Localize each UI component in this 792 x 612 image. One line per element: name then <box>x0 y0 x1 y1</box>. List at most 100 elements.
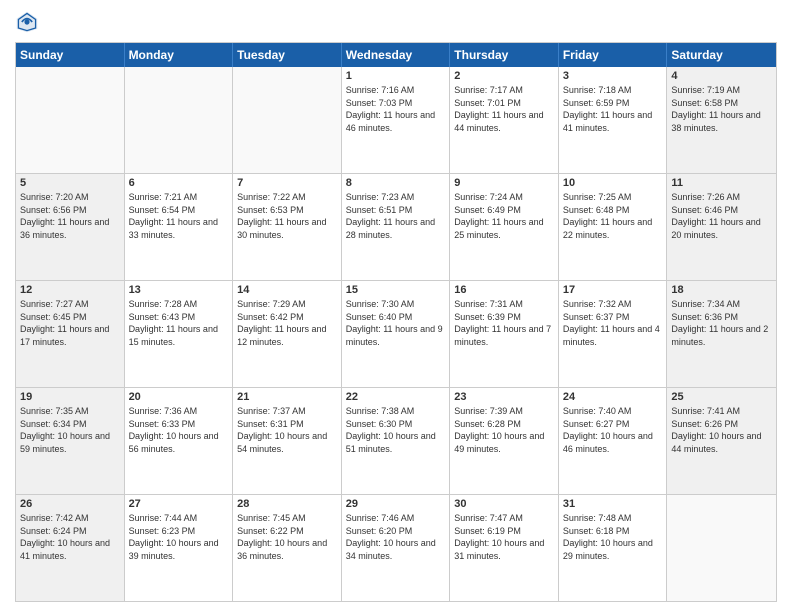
calendar-row-2: 5 Sunrise: 7:20 AM Sunset: 6:56 PM Daylig… <box>16 174 776 281</box>
day-info: Sunrise: 7:20 AM Sunset: 6:56 PM Dayligh… <box>20 191 120 241</box>
calendar-cell: 13 Sunrise: 7:28 AM Sunset: 6:43 PM Dayli… <box>125 281 234 387</box>
calendar-cell: 4 Sunrise: 7:19 AM Sunset: 6:58 PM Daylig… <box>667 67 776 173</box>
day-info: Sunrise: 7:46 AM Sunset: 6:20 PM Dayligh… <box>346 512 446 562</box>
calendar-cell <box>125 67 234 173</box>
calendar-cell <box>16 67 125 173</box>
day-info: Sunrise: 7:39 AM Sunset: 6:28 PM Dayligh… <box>454 405 554 455</box>
calendar-cell: 9Sunrise: 7:24 AM Sunset: 6:49 PM Daylig… <box>450 174 559 280</box>
calendar-row-4: 19 Sunrise: 7:35 AM Sunset: 6:34 PM Dayli… <box>16 388 776 495</box>
day-info: Sunrise: 7:18 AM Sunset: 6:59 PM Dayligh… <box>563 84 663 134</box>
day-number: 15 <box>346 284 446 296</box>
day-info: Sunrise: 7:17 AM Sunset: 7:01 PM Dayligh… <box>454 84 554 134</box>
calendar-cell: 16 Sunrise: 7:31 AM Sunset: 6:39 PM Dayli… <box>450 281 559 387</box>
day-number: 11 <box>671 177 772 189</box>
calendar-cell: 21 Sunrise: 7:37 AM Sunset: 6:31 PM Dayli… <box>233 388 342 494</box>
header <box>15 10 777 34</box>
day-number: 29 <box>346 498 446 510</box>
day-info: Sunrise: 7:45 AM Sunset: 6:22 PM Dayligh… <box>237 512 337 562</box>
calendar-cell: 1Sunrise: 7:16 AM Sunset: 7:03 PM Daylig… <box>342 67 451 173</box>
day-info: Sunrise: 7:25 AM Sunset: 6:48 PM Dayligh… <box>563 191 663 241</box>
day-number: 13 <box>129 284 229 296</box>
calendar-cell: 23 Sunrise: 7:39 AM Sunset: 6:28 PM Dayli… <box>450 388 559 494</box>
logo-icon <box>15 10 39 34</box>
day-info: Sunrise: 7:40 AM Sunset: 6:27 PM Dayligh… <box>563 405 663 455</box>
day-number: 3 <box>563 70 663 82</box>
calendar-cell: 2 Sunrise: 7:17 AM Sunset: 7:01 PM Daylig… <box>450 67 559 173</box>
logo <box>15 10 43 34</box>
day-number: 12 <box>20 284 120 296</box>
calendar-cell: 3 Sunrise: 7:18 AM Sunset: 6:59 PM Daylig… <box>559 67 668 173</box>
day-info: Sunrise: 7:27 AM Sunset: 6:45 PM Dayligh… <box>20 298 120 348</box>
day-number: 31 <box>563 498 663 510</box>
calendar-row-3: 12 Sunrise: 7:27 AM Sunset: 6:45 PM Dayli… <box>16 281 776 388</box>
calendar: SundayMondayTuesdayWednesdayThursdayFrid… <box>15 42 777 602</box>
day-number: 6 <box>129 177 229 189</box>
calendar-cell: 31 Sunrise: 7:48 AM Sunset: 6:18 PM Dayli… <box>559 495 668 601</box>
day-number: 1 <box>346 70 446 82</box>
calendar-cell: 8Sunrise: 7:23 AM Sunset: 6:51 PM Daylig… <box>342 174 451 280</box>
day-number: 21 <box>237 391 337 403</box>
day-info: Sunrise: 7:37 AM Sunset: 6:31 PM Dayligh… <box>237 405 337 455</box>
calendar-cell: 15 Sunrise: 7:30 AM Sunset: 6:40 PM Dayli… <box>342 281 451 387</box>
day-info: Sunrise: 7:42 AM Sunset: 6:24 PM Dayligh… <box>20 512 120 562</box>
calendar-cell: 12 Sunrise: 7:27 AM Sunset: 6:45 PM Dayli… <box>16 281 125 387</box>
day-number: 16 <box>454 284 554 296</box>
page: SundayMondayTuesdayWednesdayThursdayFrid… <box>0 0 792 612</box>
calendar-cell: 22Sunrise: 7:38 AM Sunset: 6:30 PM Dayli… <box>342 388 451 494</box>
calendar-cell <box>667 495 776 601</box>
day-info: Sunrise: 7:44 AM Sunset: 6:23 PM Dayligh… <box>129 512 229 562</box>
calendar-cell: 19 Sunrise: 7:35 AM Sunset: 6:34 PM Dayli… <box>16 388 125 494</box>
day-info: Sunrise: 7:48 AM Sunset: 6:18 PM Dayligh… <box>563 512 663 562</box>
day-info: Sunrise: 7:26 AM Sunset: 6:46 PM Dayligh… <box>671 191 772 241</box>
day-header-monday: Monday <box>125 43 234 67</box>
calendar-cell: 5 Sunrise: 7:20 AM Sunset: 6:56 PM Daylig… <box>16 174 125 280</box>
day-number: 22 <box>346 391 446 403</box>
calendar-cell: 18 Sunrise: 7:34 AM Sunset: 6:36 PM Dayli… <box>667 281 776 387</box>
calendar-cell: 30Sunrise: 7:47 AM Sunset: 6:19 PM Dayli… <box>450 495 559 601</box>
day-info: Sunrise: 7:24 AM Sunset: 6:49 PM Dayligh… <box>454 191 554 241</box>
calendar-cell: 29 Sunrise: 7:46 AM Sunset: 6:20 PM Dayli… <box>342 495 451 601</box>
day-number: 4 <box>671 70 772 82</box>
calendar-cell: 26 Sunrise: 7:42 AM Sunset: 6:24 PM Dayli… <box>16 495 125 601</box>
calendar-cell: 6 Sunrise: 7:21 AM Sunset: 6:54 PM Daylig… <box>125 174 234 280</box>
day-info: Sunrise: 7:21 AM Sunset: 6:54 PM Dayligh… <box>129 191 229 241</box>
day-info: Sunrise: 7:35 AM Sunset: 6:34 PM Dayligh… <box>20 405 120 455</box>
day-number: 28 <box>237 498 337 510</box>
calendar-cell: 25 Sunrise: 7:41 AM Sunset: 6:26 PM Dayli… <box>667 388 776 494</box>
day-number: 8 <box>346 177 446 189</box>
calendar-cell: 27 Sunrise: 7:44 AM Sunset: 6:23 PM Dayli… <box>125 495 234 601</box>
day-info: Sunrise: 7:30 AM Sunset: 6:40 PM Dayligh… <box>346 298 446 348</box>
day-number: 5 <box>20 177 120 189</box>
calendar-cell: 10 Sunrise: 7:25 AM Sunset: 6:48 PM Dayli… <box>559 174 668 280</box>
day-number: 2 <box>454 70 554 82</box>
day-number: 19 <box>20 391 120 403</box>
day-number: 27 <box>129 498 229 510</box>
calendar-cell: 24Sunrise: 7:40 AM Sunset: 6:27 PM Dayli… <box>559 388 668 494</box>
day-info: Sunrise: 7:22 AM Sunset: 6:53 PM Dayligh… <box>237 191 337 241</box>
day-number: 10 <box>563 177 663 189</box>
day-header-thursday: Thursday <box>450 43 559 67</box>
day-number: 25 <box>671 391 772 403</box>
calendar-cell: 7 Sunrise: 7:22 AM Sunset: 6:53 PM Daylig… <box>233 174 342 280</box>
day-number: 20 <box>129 391 229 403</box>
day-number: 18 <box>671 284 772 296</box>
day-header-tuesday: Tuesday <box>233 43 342 67</box>
day-header-saturday: Saturday <box>667 43 776 67</box>
calendar-cell <box>233 67 342 173</box>
day-number: 7 <box>237 177 337 189</box>
calendar-cell: 11 Sunrise: 7:26 AM Sunset: 6:46 PM Dayli… <box>667 174 776 280</box>
day-number: 17 <box>563 284 663 296</box>
day-info: Sunrise: 7:34 AM Sunset: 6:36 PM Dayligh… <box>671 298 772 348</box>
day-info: Sunrise: 7:41 AM Sunset: 6:26 PM Dayligh… <box>671 405 772 455</box>
calendar-cell: 28 Sunrise: 7:45 AM Sunset: 6:22 PM Dayli… <box>233 495 342 601</box>
day-number: 26 <box>20 498 120 510</box>
day-info: Sunrise: 7:28 AM Sunset: 6:43 PM Dayligh… <box>129 298 229 348</box>
day-info: Sunrise: 7:31 AM Sunset: 6:39 PM Dayligh… <box>454 298 554 348</box>
calendar-cell: 14Sunrise: 7:29 AM Sunset: 6:42 PM Dayli… <box>233 281 342 387</box>
day-info: Sunrise: 7:19 AM Sunset: 6:58 PM Dayligh… <box>671 84 772 134</box>
calendar-cell: 20 Sunrise: 7:36 AM Sunset: 6:33 PM Dayli… <box>125 388 234 494</box>
day-header-friday: Friday <box>559 43 668 67</box>
day-number: 30 <box>454 498 554 510</box>
day-number: 23 <box>454 391 554 403</box>
day-info: Sunrise: 7:36 AM Sunset: 6:33 PM Dayligh… <box>129 405 229 455</box>
